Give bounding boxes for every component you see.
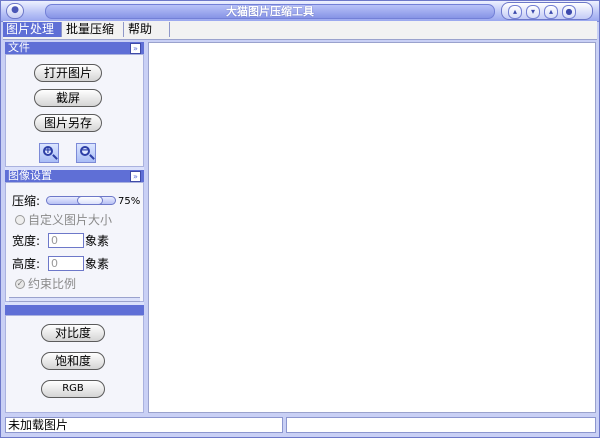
title-pill: 大猫图片压缩工具 [45,4,495,19]
save-as-button[interactable]: 图片另存 [34,114,102,132]
zoom-in-icon[interactable]: + [39,143,59,163]
contrast-button[interactable]: 对比度 [41,324,105,342]
restore-button[interactable]: ▴ [544,5,558,19]
height-label: 高度: [12,257,41,271]
compress-slider[interactable] [46,196,116,205]
adjust-section-body: 对比度 饱和度 RGB [5,315,144,413]
window-title: 大猫图片压缩工具 [226,5,314,18]
collapse-chevron-icon[interactable]: » [130,43,141,54]
saturation-button[interactable]: 饱和度 [41,352,105,370]
width-label: 宽度: [12,234,41,248]
status-cell-secondary [286,417,596,433]
file-section-title: 文件 [8,41,30,54]
menu-image-processing[interactable]: 图片处理 [3,22,62,37]
file-section-body: 打开图片 截屏 图片另存 + − [5,54,144,167]
height-input[interactable]: 0 [48,256,84,271]
screenshot-button[interactable]: 截屏 [34,89,102,107]
chevron-up-icon[interactable]: ▴ [508,5,522,19]
custom-size-label: 自定义图片大小 [28,213,113,227]
left-panel: 文件 » 打开图片 截屏 图片另存 + − 图像设置 » 压缩: 75% 自定义… [5,42,144,413]
constrain-label: 约束比例 [28,277,77,291]
close-button[interactable]: ● [562,5,576,19]
app-window: ● 大猫图片压缩工具 ▴ ▾ ▴ ● 图片处理 批量压缩 帮助 文件 » 打开图… [0,0,600,438]
zoom-out-icon[interactable]: − [76,143,96,163]
status-text: 未加载图片 [5,417,283,433]
menu-bar: 图片处理 批量压缩 帮助 [3,21,597,40]
adjust-section-header [5,305,144,315]
compress-slider-thumb[interactable] [77,196,103,205]
compress-label: 压缩: [12,194,41,208]
width-unit-label: 象素 [85,234,110,248]
window-controls: ▴ ▾ ▴ ● [501,2,593,20]
status-bar: 未加载图片 [5,417,596,433]
image-settings-header[interactable]: 图像设置 » [5,170,144,182]
file-section-header[interactable]: 文件 » [5,42,144,54]
image-settings-title: 图像设置 [8,169,52,182]
minimize-button[interactable]: ▾ [526,5,540,19]
title-bar[interactable]: ● 大猫图片压缩工具 ▴ ▾ ▴ ● [1,1,599,22]
custom-size-radio[interactable] [15,215,25,225]
section-divider [9,297,140,302]
collapse-chevron-icon[interactable]: » [130,171,141,182]
compress-value: 75% [118,196,141,207]
constrain-checkbox[interactable]: ✓ [15,279,25,289]
rgb-button[interactable]: RGB [41,380,105,398]
image-settings-body: 压缩: 75% 自定义图片大小 宽度: 0 象素 高度: 0 象素 ✓ 约束比例 [5,182,144,302]
menu-help[interactable]: 帮助 [125,22,170,37]
image-canvas[interactable] [148,42,596,413]
open-image-button[interactable]: 打开图片 [34,64,102,82]
system-menu-icon[interactable]: ● [6,3,24,19]
menu-batch-compress[interactable]: 批量压缩 [63,22,124,37]
width-input[interactable]: 0 [48,233,84,248]
height-unit-label: 象素 [85,257,110,271]
